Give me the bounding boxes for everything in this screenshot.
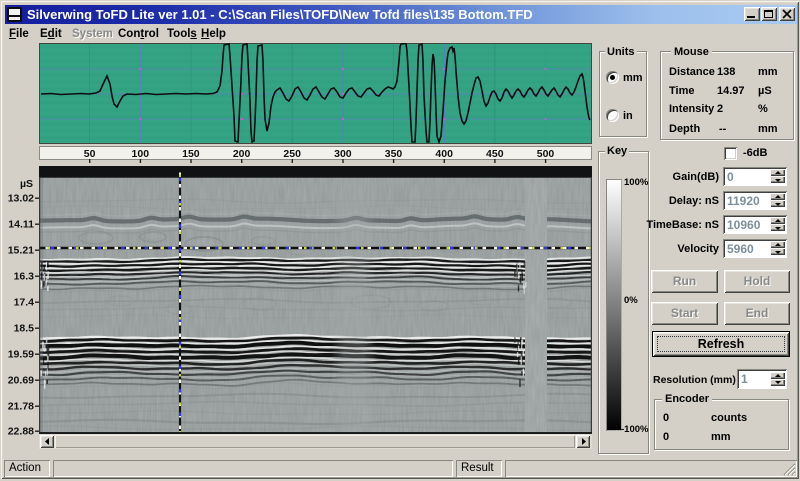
svg-text:450: 450	[486, 148, 504, 160]
svg-text:14.11: 14.11	[8, 219, 34, 231]
svg-text:21.78: 21.78	[8, 401, 34, 413]
svg-text:350: 350	[385, 148, 403, 160]
svg-text:19.59: 19.59	[8, 349, 34, 361]
svg-text:16.3: 16.3	[14, 271, 35, 283]
svg-text:17.4: 17.4	[14, 297, 35, 309]
svg-text:18.5: 18.5	[14, 323, 35, 335]
svg-text:500: 500	[537, 148, 555, 160]
svg-text:400: 400	[435, 148, 453, 160]
svg-text:50: 50	[84, 148, 96, 160]
svg-text:13.02: 13.02	[8, 193, 34, 205]
svg-text:150: 150	[182, 148, 200, 160]
svg-text:100: 100	[132, 148, 150, 160]
svg-text:15.21: 15.21	[8, 245, 34, 257]
svg-text:200: 200	[233, 148, 251, 160]
svg-text:300: 300	[334, 148, 352, 160]
svg-text:22.88: 22.88	[8, 426, 34, 438]
svg-text:20.69: 20.69	[8, 375, 34, 387]
svg-text:250: 250	[283, 148, 301, 160]
svg-text:µS: µS	[20, 178, 33, 190]
